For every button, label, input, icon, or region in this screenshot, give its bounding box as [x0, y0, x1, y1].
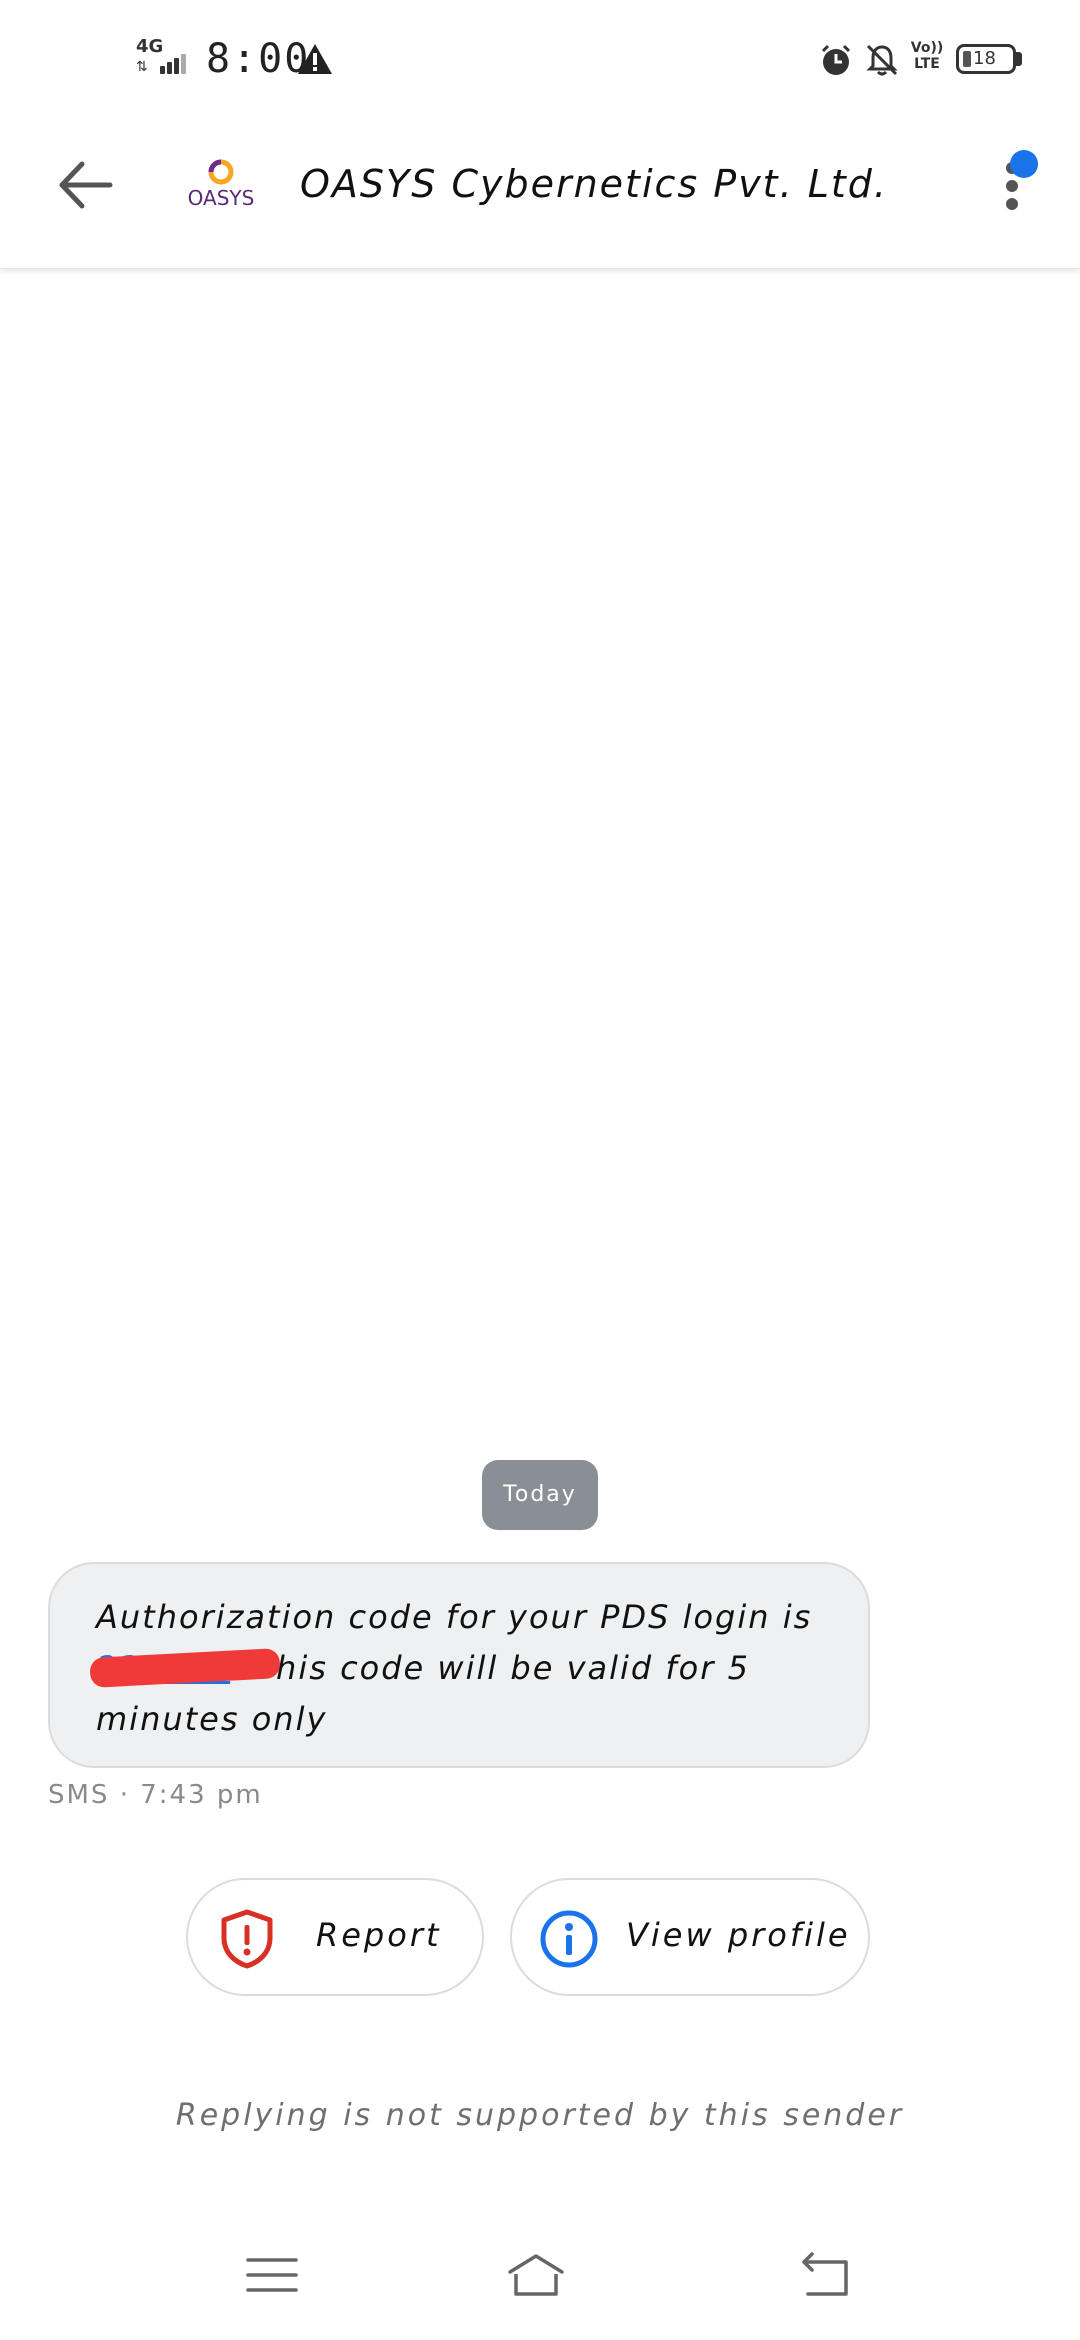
volte-indicator: Vo)) LTE	[910, 40, 944, 72]
date-divider: Today	[482, 1460, 598, 1530]
back-arrow-icon[interactable]	[50, 150, 120, 220]
report-label: Report	[316, 1916, 442, 1954]
sender-logo: OASYS	[186, 158, 256, 214]
notification-dot	[1010, 150, 1038, 178]
battery-tip	[1016, 52, 1022, 66]
alarm-icon	[821, 44, 851, 75]
signal-strength-icon	[160, 52, 188, 74]
data-activity-icon: ⇅	[136, 59, 148, 75]
info-icon	[540, 1910, 598, 1968]
view-profile-label: View profile	[626, 1916, 851, 1954]
warning-icon	[298, 44, 332, 74]
battery-icon: 18	[956, 44, 1016, 74]
report-button[interactable]: Report	[186, 1878, 484, 1996]
oasys-logo-mark-icon	[208, 159, 234, 185]
battery-level: 18	[973, 48, 996, 69]
report-shield-icon	[221, 1909, 273, 1969]
message-timestamp: SMS · 7:43 pm	[48, 1780, 263, 1810]
menu-icon[interactable]	[242, 2250, 302, 2300]
status-time: 8:00	[206, 36, 311, 82]
notifications-off-icon	[866, 44, 898, 76]
reply-unsupported-note: Replying is not supported by this sender	[175, 2098, 905, 2133]
conversation-title: OASYS Cybernetics Pvt. Ltd.	[300, 162, 889, 206]
message-text-start: Authorization code for your PDS login is	[96, 1598, 813, 1636]
view-profile-button[interactable]: View profile	[510, 1878, 870, 1996]
auth-code-link[interactable]: 230475	[89, 1643, 281, 1694]
back-nav-icon[interactable]	[796, 2250, 856, 2300]
home-icon[interactable]	[506, 2250, 566, 2300]
message-text: Authorization code for your PDS login is…	[89, 1592, 816, 1745]
logo-text: OASYS	[187, 186, 255, 210]
